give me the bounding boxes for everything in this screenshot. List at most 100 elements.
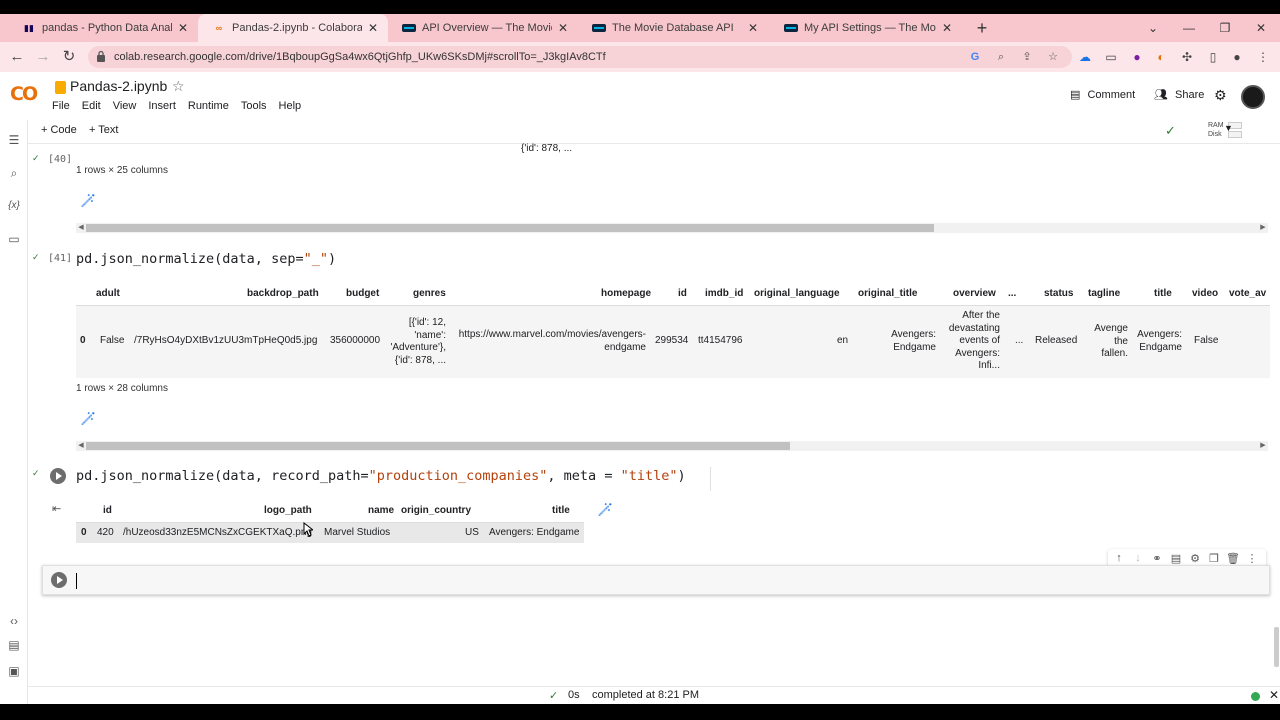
runtime-dropdown-icon[interactable]: ▼ <box>1224 123 1233 133</box>
scrollbar-thumb[interactable] <box>86 224 934 232</box>
extension-cloud-icon[interactable]: ☁ <box>1078 50 1092 64</box>
files-folder-icon[interactable]: ▭ <box>4 229 24 249</box>
share-page-icon[interactable]: ⇪ <box>1020 50 1034 64</box>
move-down-icon[interactable]: ↓ <box>1130 552 1146 564</box>
magic-wand-icon[interactable]: 🪄︎ <box>595 500 615 520</box>
empty-code-cell[interactable] <box>42 565 1270 595</box>
close-tab-icon[interactable]: ✕ <box>940 21 954 35</box>
menu-edit[interactable]: Edit <box>82 100 101 112</box>
column-header: imdb_id <box>705 288 744 299</box>
tab-search-chevron-icon[interactable]: ⌄ <box>1138 14 1168 42</box>
menu-insert[interactable]: Insert <box>148 100 176 112</box>
profile-icon[interactable]: ● <box>1230 50 1244 64</box>
terminal-icon[interactable]: ▣ <box>4 661 24 681</box>
magic-wand-icon[interactable]: 🪄︎ <box>78 191 98 211</box>
browser-tab-pandas[interactable]: ▮▮ pandas - Python Data Analysis Li ✕ <box>8 14 198 42</box>
close-tab-icon[interactable]: ✕ <box>366 21 380 35</box>
extension-tab-icon[interactable]: ▭ <box>1104 50 1118 64</box>
star-icon[interactable]: ☆ <box>172 78 185 95</box>
tab-title: API Overview — The Movie Datab <box>422 22 552 34</box>
more-options-icon[interactable]: ⋮ <box>1244 552 1260 565</box>
command-palette-icon[interactable]: ▤ <box>4 635 24 655</box>
zoom-icon[interactable]: ⌕ <box>994 50 1008 64</box>
column-header: budget <box>346 288 380 299</box>
cell-video: False <box>1194 335 1219 346</box>
extensions-puzzle-icon[interactable]: ✣ <box>1180 50 1194 64</box>
code-snippets-icon[interactable]: ‹› <box>4 611 24 631</box>
extension-headphones-icon[interactable]: ◐ <box>1154 50 1168 64</box>
share-button[interactable]: 👥︎ Share <box>1154 86 1204 104</box>
close-window-icon[interactable]: ✕ <box>1246 14 1276 42</box>
column-header: homepage <box>601 288 652 299</box>
avatar[interactable] <box>1241 85 1265 109</box>
run-cell-button[interactable] <box>51 572 67 588</box>
reload-icon[interactable]: ↻ <box>58 46 80 68</box>
horizontal-scrollbar[interactable]: ◀ ▶ <box>76 441 1268 451</box>
code-cell-41[interactable]: pd.json_normalize(data, sep="_") <box>76 251 336 267</box>
colab-logo[interactable]: CO <box>10 83 38 105</box>
people-icon: 👥︎ <box>1154 89 1168 101</box>
google-translate-icon[interactable]: G <box>968 50 982 64</box>
cell-status: Released <box>1035 335 1078 346</box>
scroll-right-arrow-icon[interactable]: ▶ <box>1258 441 1268 451</box>
comment-cell-icon[interactable]: ▤ <box>1168 552 1184 565</box>
close-tab-icon[interactable]: ✕ <box>176 21 190 35</box>
horizontal-scrollbar[interactable]: ◀ ▶ <box>76 223 1268 233</box>
output-clear-icon[interactable]: ⇤ <box>52 502 61 515</box>
scroll-left-arrow-icon[interactable]: ◀ <box>76 441 86 451</box>
browser-tab-api-overview[interactable]: API Overview — The Movie Datab ✕ <box>388 14 578 42</box>
link-icon[interactable]: ⚭ <box>1149 552 1165 565</box>
maximize-icon[interactable]: ❐ <box>1210 14 1240 42</box>
lock-icon <box>97 50 105 62</box>
close-tab-icon[interactable]: ✕ <box>556 21 570 35</box>
bookmark-star-icon[interactable]: ☆ <box>1046 50 1060 64</box>
browser-menu-icon[interactable]: ⋮ <box>1256 50 1270 64</box>
browser-tab-api-settings[interactable]: My API Settings — The Movie Da ✕ <box>770 14 962 42</box>
search-icon[interactable]: ⌕ <box>4 163 24 183</box>
extension-color-icon[interactable]: ● <box>1130 50 1144 64</box>
comment-button[interactable]: ▤ Comment <box>1070 86 1135 104</box>
table-of-contents-icon[interactable]: ☰ <box>4 130 24 150</box>
ram-label: RAM <box>1208 122 1224 129</box>
run-cell-button[interactable] <box>50 468 66 484</box>
connected-check-icon: ✓ <box>1165 123 1176 138</box>
scroll-right-arrow-icon[interactable]: ▶ <box>1258 223 1268 233</box>
dataframe-shape: 1 rows × 28 columns <box>76 383 168 394</box>
minimize-icon[interactable]: — <box>1174 14 1204 42</box>
settings-gear-icon[interactable]: ⚙ <box>1214 86 1227 104</box>
delete-cell-icon[interactable]: 🗑︎ <box>1225 552 1241 565</box>
back-icon[interactable]: ← <box>6 46 28 68</box>
resource-monitor[interactable]: RAM Disk <box>1208 121 1224 139</box>
colab-icon: ∞ <box>215 23 223 33</box>
notebook-title[interactable]: Pandas-2.ipynb <box>70 78 167 94</box>
scrollbar-thumb[interactable] <box>86 442 790 450</box>
menu-tools[interactable]: Tools <box>241 100 267 112</box>
menu-help[interactable]: Help <box>279 100 302 112</box>
mirror-cell-icon[interactable]: ❐ <box>1206 552 1222 565</box>
url-field[interactable]: colab.research.google.com/drive/1BqboupG… <box>88 46 1072 68</box>
status-bar: ✓ 0s completed at 8:21 PM ✕ <box>28 686 1280 704</box>
close-status-icon[interactable]: ✕ <box>1269 688 1279 702</box>
menu-runtime[interactable]: Runtime <box>188 100 229 112</box>
variables-icon[interactable]: {x} <box>4 196 24 216</box>
add-text-button[interactable]: + Text <box>89 124 118 136</box>
move-up-icon[interactable]: ↑ <box>1111 552 1127 564</box>
add-code-button[interactable]: + Code <box>41 124 77 136</box>
code-cell-42[interactable]: pd.json_normalize(data, record_path="pro… <box>76 468 686 484</box>
new-tab-button[interactable]: + <box>972 14 992 42</box>
column-header: original_language <box>754 288 840 299</box>
close-tab-icon[interactable]: ✕ <box>746 21 760 35</box>
menu-file[interactable]: File <box>52 100 70 112</box>
status-check-icon: ✓ <box>549 690 559 702</box>
browser-tab-bar: ▮▮ pandas - Python Data Analysis Li ✕ ∞ … <box>0 14 1280 42</box>
scroll-left-arrow-icon[interactable]: ◀ <box>76 223 86 233</box>
magic-wand-icon[interactable]: 🪄︎ <box>78 409 98 429</box>
vertical-scrollbar[interactable] <box>1274 627 1279 667</box>
column-header: status <box>1044 288 1074 299</box>
forward-icon[interactable]: → <box>32 46 54 68</box>
browser-tab-tmdb-api[interactable]: The Movie Database API ✕ <box>578 14 768 42</box>
browser-tab-colab[interactable]: ∞ Pandas-2.ipynb - Colaboratory ✕ <box>198 14 388 42</box>
menu-view[interactable]: View <box>113 100 137 112</box>
sidepanel-icon[interactable]: ▯ <box>1206 50 1220 64</box>
cell-settings-icon[interactable]: ⚙ <box>1187 552 1203 565</box>
